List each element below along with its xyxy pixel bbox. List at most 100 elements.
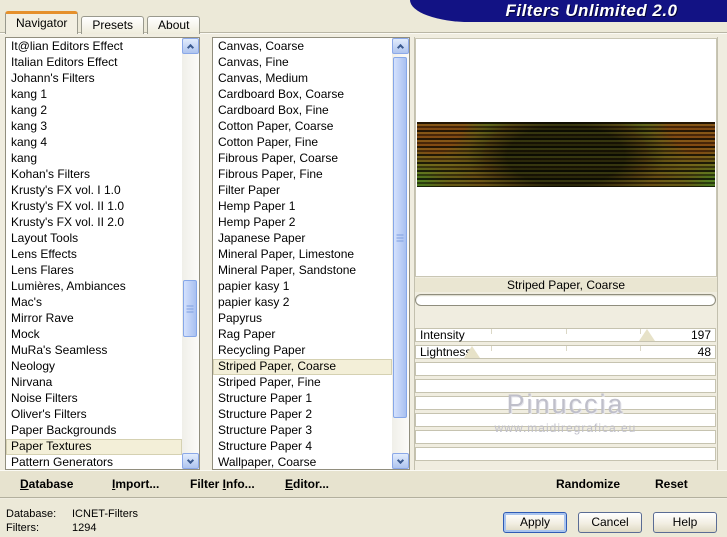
filter-item[interactable]: Hemp Paper 2 [213,215,392,231]
filter-item[interactable]: Cardboard Box, Coarse [213,87,392,103]
filter-item[interactable]: Wallpaper, Coarse [213,455,392,469]
category-item[interactable]: kang 1 [6,87,182,103]
scroll-down-button[interactable] [392,453,409,469]
filter-item[interactable]: Cotton Paper, Coarse [213,119,392,135]
category-item[interactable]: Paper Backgrounds [6,423,182,439]
category-item[interactable]: It@lian Editors Effect [6,39,182,55]
filter-item[interactable]: Canvas, Medium [213,71,392,87]
scroll-down-button[interactable] [182,453,199,469]
tick-mark [565,329,567,334]
tab-presets[interactable]: Presets [81,16,145,34]
category-item[interactable]: Oliver's Filters [6,407,182,423]
editor-button-rest: ditor... [293,477,330,491]
filter-item[interactable]: Rag Paper [213,327,392,343]
tab-about[interactable]: About [147,16,201,34]
filter-item[interactable]: Recycling Paper [213,343,392,359]
apply-button[interactable]: Apply [503,512,567,533]
intensity-value: 197 [690,328,711,342]
tick-mark [565,346,567,351]
filter-item[interactable]: Cardboard Box, Fine [213,103,392,119]
scroll-thumb[interactable] [183,280,197,337]
filter-item[interactable]: Striped Paper, Fine [213,375,392,391]
import-button-rest: mport... [115,477,160,491]
category-item[interactable]: Mac's [6,295,182,311]
category-item[interactable]: Johann's Filters [6,71,182,87]
app-title-banner: Filters Unlimited 2.0 [410,0,727,22]
randomize-button[interactable]: Randomize [556,471,620,497]
scroll-up-button[interactable] [392,38,409,54]
filter-item[interactable]: Structure Paper 1 [213,391,392,407]
category-item[interactable]: kang [6,151,182,167]
slider-thumb-icon[interactable] [464,346,481,358]
filter-item[interactable]: papier kasy 1 [213,279,392,295]
category-item[interactable]: Lens Effects [6,247,182,263]
category-item[interactable]: Lens Flares [6,263,182,279]
category-item[interactable]: Krusty's FX vol. I 1.0 [6,183,182,199]
reset-button[interactable]: Reset [655,471,688,497]
cancel-button[interactable]: Cancel [578,512,642,533]
filter-item[interactable]: Canvas, Coarse [213,39,392,55]
slider-thumb-icon[interactable] [638,329,655,341]
filter-item[interactable]: papier kasy 2 [213,295,392,311]
scroll-track[interactable] [182,54,199,453]
filter-item[interactable]: Structure Paper 3 [213,423,392,439]
status-filters-value: 1294 [72,522,97,534]
database-button-rest: atabase [28,477,74,491]
database-button[interactable]: Database [20,471,73,497]
filter-item[interactable]: Structure Paper 2 [213,407,392,423]
filter-item[interactable]: Cotton Paper, Fine [213,135,392,151]
thumb-grip-icon [186,305,194,312]
filter-item[interactable]: Mineral Paper, Limestone [213,247,392,263]
filter-item[interactable]: Fibrous Paper, Coarse [213,151,392,167]
filter-item[interactable]: Mineral Paper, Sandstone [213,263,392,279]
category-item[interactable]: Mirror Rave [6,311,182,327]
intensity-slider[interactable]: Intensity 197 [415,328,716,342]
filter-item[interactable]: Hemp Paper 1 [213,199,392,215]
editor-button[interactable]: Editor... [285,471,329,497]
scroll-up-button[interactable] [182,38,199,54]
category-item[interactable]: Pattern Generators [6,455,182,469]
help-button[interactable]: Help [653,512,717,533]
category-item[interactable]: Lumières, Ambiances [6,279,182,295]
filter-item[interactable]: Fibrous Paper, Fine [213,167,392,183]
category-item[interactable]: Italian Editors Effect [6,55,182,71]
category-scrollbar[interactable] [182,38,199,469]
chevron-down-icon [396,456,405,464]
tab-navigator[interactable]: Navigator [5,11,79,34]
category-item[interactable]: Krusty's FX vol. II 1.0 [6,199,182,215]
scroll-thumb[interactable] [393,57,407,418]
category-item[interactable]: Noise Filters [6,391,182,407]
intensity-label: Intensity [420,328,465,342]
filter-scrollbar[interactable] [392,38,409,469]
category-item[interactable]: Layout Tools [6,231,182,247]
category-item[interactable]: kang 2 [6,103,182,119]
lightness-slider[interactable]: Lightness 48 [415,345,716,359]
filter-item-selected[interactable]: Striped Paper, Coarse [213,359,392,375]
import-button[interactable]: Import... [112,471,159,497]
filter-info-button[interactable]: Filter Info... [190,471,255,497]
scroll-track[interactable] [392,54,409,453]
category-item[interactable]: Nirvana [6,375,182,391]
editor-button-key: E [285,477,294,491]
filter-item[interactable]: Structure Paper 4 [213,439,392,455]
category-item[interactable]: Kohan's Filters [6,167,182,183]
filter-item[interactable]: Japanese Paper [213,231,392,247]
filter-info-pre: Filter [190,477,223,491]
category-item[interactable]: kang 4 [6,135,182,151]
status-database-label: Database: [6,508,57,520]
category-item[interactable]: MuRa's Seamless [6,343,182,359]
category-item-selected[interactable]: Paper Textures [6,439,182,455]
thumb-grip-icon [396,234,404,241]
status-filters-label: Filters: [6,522,39,534]
category-item[interactable]: kang 3 [6,119,182,135]
category-item[interactable]: Neology [6,359,182,375]
filter-item[interactable]: Papyrus [213,311,392,327]
empty-slider-row [415,362,716,376]
filter-item[interactable]: Canvas, Fine [213,55,392,71]
filter-item[interactable]: Filter Paper [213,183,392,199]
filter-listbox: Canvas, Coarse Canvas, Fine Canvas, Medium… [212,37,410,470]
category-item[interactable]: Mock [6,327,182,343]
tick-mark [490,346,492,351]
category-item[interactable]: Krusty's FX vol. II 2.0 [6,215,182,231]
category-list: It@lian Editors Effect Italian Editors Ef… [6,38,182,469]
